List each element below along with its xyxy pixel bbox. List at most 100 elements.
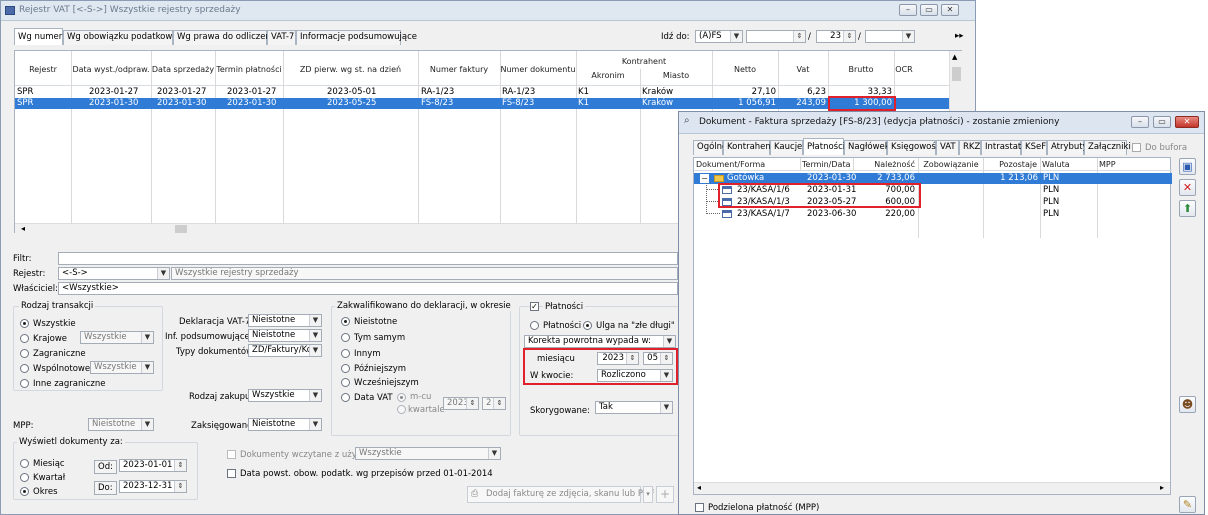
radio-inne[interactable] — [20, 379, 29, 388]
wlasciciel-field[interactable]: <Wszystkie> — [58, 282, 678, 295]
tab-ksef[interactable]: KSeF — [1021, 140, 1047, 155]
krajowe-combo[interactable]: Wszystkie ▼ — [80, 331, 154, 344]
collapse-icon[interactable]: − — [700, 174, 709, 183]
tab-intrastat[interactable]: Intrastat — [981, 140, 1021, 155]
dialog-close-button[interactable]: ✕ — [1175, 116, 1199, 128]
platnosci-checkbox[interactable]: ✓ — [530, 302, 539, 311]
tab-zalaczniki[interactable]: Załączniki — [1084, 140, 1131, 155]
scroll-up-icon[interactable]: ▲ — [952, 53, 957, 61]
dodaj-fakture-button[interactable]: ⎙ Dodaj fakturę ze zdjęcia, skanu lub PD… — [467, 486, 654, 503]
save-icon[interactable]: ▣ — [1179, 158, 1196, 175]
col-zobowiazanie[interactable]: Zobowiązanie — [920, 160, 982, 169]
goto-combo[interactable]: (A)FS ▼ — [695, 30, 743, 43]
tab-vat7[interactable]: VAT-7 — [267, 30, 296, 45]
col-ocr[interactable]: OCR — [894, 65, 914, 74]
col-netto[interactable]: Netto — [712, 65, 778, 74]
radio-zagraniczne[interactable] — [20, 349, 29, 358]
zaksiegowano-combo[interactable]: Nieistotne ▼ — [248, 418, 322, 431]
do-label[interactable]: Do: — [94, 481, 117, 495]
inf-combo[interactable]: Nieistotne ▼ — [248, 329, 322, 342]
col-numer-faktury[interactable]: Numer faktury — [418, 65, 500, 74]
radio-zakw-innym[interactable] — [341, 349, 350, 358]
maximize-button[interactable]: ▭ — [920, 4, 938, 16]
col-dokument-forma[interactable]: Dokument/Forma — [696, 160, 765, 169]
zakupu-combo[interactable]: Wszystkie ▼ — [248, 389, 322, 402]
col-waluta[interactable]: Waluta — [1042, 160, 1070, 169]
col-data-wyst[interactable]: Data wyst./odpraw. — [71, 65, 151, 74]
goto-num-field[interactable]: 23 ⇕ — [816, 30, 856, 43]
close-button[interactable]: ✕ — [941, 4, 959, 16]
col-akronim[interactable]: Akronim — [576, 71, 640, 80]
table-row[interactable]: SPR 2023-01-27 2023-01-27 2023-01-27 202… — [15, 87, 949, 98]
dialog-minimize-button[interactable]: – — [1131, 116, 1149, 128]
od-label[interactable]: Od: — [94, 460, 117, 474]
radio-wspolnotowe[interactable] — [20, 364, 29, 373]
do-field[interactable]: 2023-12-31 ⇕ — [119, 480, 187, 493]
tab-vat[interactable]: VAT — [936, 140, 959, 155]
radio-ulga[interactable] — [583, 321, 592, 330]
add-payment-icon[interactable]: ⬆ — [1179, 200, 1196, 217]
tab-naglowek[interactable]: Nagłówek — [844, 140, 890, 155]
goto-number-field[interactable]: ⇕ — [746, 30, 806, 43]
col-miasto[interactable]: Miasto — [640, 71, 712, 80]
tab-atrybuty[interactable]: Atrybuty — [1047, 140, 1088, 155]
col-rejestr[interactable]: Rejestr — [15, 65, 71, 74]
zakw-year-field[interactable]: 2023 ⇕ — [443, 397, 479, 410]
col-naleznosc[interactable]: Należność — [853, 160, 915, 169]
podzielona-checkbox[interactable] — [695, 503, 704, 512]
table-row[interactable]: 23/KASA/1/7 2023-06-30 220,00 PLN — [694, 203, 1172, 220]
tab-platnosci[interactable]: Płatności — [803, 138, 845, 155]
tab-rkz[interactable]: RKZ — [959, 140, 981, 155]
dialog-horizontal-scrollbar[interactable]: ◂ ▸ — [694, 482, 1170, 494]
col-pozostaje[interactable]: Pozostaje — [984, 160, 1037, 169]
col-termin[interactable]: Termin płatności — [215, 65, 283, 74]
col-mpp[interactable]: MPP — [1099, 160, 1116, 169]
ocr-checkbox[interactable] — [227, 450, 236, 459]
radio-platnosci[interactable] — [530, 321, 539, 330]
scroll-thumb[interactable] — [952, 67, 961, 81]
radio-miesiac[interactable] — [20, 459, 29, 468]
wspolnotowe-combo[interactable]: Wszystkie ▼ — [90, 361, 154, 374]
col-brutto[interactable]: Brutto — [828, 65, 894, 74]
fast-forward-icon[interactable]: ▸▸ — [955, 31, 964, 41]
add-icon[interactable]: + — [656, 486, 674, 503]
tab-wg-prawa[interactable]: Wg prawa do odliczenia — [173, 30, 278, 45]
radio-kwartale[interactable] — [397, 405, 406, 414]
scroll-hthumb[interactable] — [175, 225, 187, 233]
radio-kwartal[interactable] — [20, 473, 29, 482]
zakw-num-field[interactable]: 2 ⇕ — [482, 397, 506, 410]
tab-ogolne[interactable]: Ogólne — [693, 140, 727, 155]
skorygowane-combo[interactable]: Tak ▼ — [595, 401, 673, 414]
scroll-right-icon[interactable]: ▸ — [1160, 483, 1164, 492]
tab-kaucje[interactable]: Kaucje — [770, 140, 803, 155]
dialog-maximize-button[interactable]: ▭ — [1153, 116, 1171, 128]
goto-extra-combo[interactable]: ▼ — [865, 30, 915, 43]
radio-mcu[interactable] — [397, 393, 406, 402]
radio-zakw-wczesniejszym[interactable] — [341, 378, 350, 387]
user-icon[interactable]: ☻ — [1179, 396, 1196, 413]
radio-zakw-data-vat[interactable] — [341, 393, 350, 402]
tab-informacje[interactable]: Informacje podsumowujące — [296, 30, 417, 45]
ocr-combo[interactable]: Wszystkie ▼ — [355, 447, 501, 460]
tab-wg-obowiazku[interactable]: Wg obowiązku podatkowego — [63, 30, 188, 45]
scroll-left-icon[interactable]: ◂ — [697, 483, 701, 492]
minimize-button[interactable]: – — [899, 4, 917, 16]
typy-combo[interactable]: ZD/Faktury/Kor ▼ — [248, 344, 322, 357]
col-vat[interactable]: Vat — [778, 65, 828, 74]
deklaracja-combo[interactable]: Nieistotne ▼ — [248, 314, 322, 327]
od-field[interactable]: 2023-01-01 ⇕ — [119, 459, 187, 472]
mpp-combo[interactable]: Nieistotne ▼ — [88, 418, 154, 431]
radio-krajowe[interactable] — [20, 334, 29, 343]
rejestr-combo[interactable]: <-S-> ▼ — [58, 267, 170, 280]
edit-icon[interactable]: ✎ — [1179, 496, 1196, 513]
korekta-combo[interactable]: Korekta powrotna wypada w: ▼ — [524, 335, 676, 348]
filtr-field[interactable] — [58, 252, 678, 265]
delete-icon[interactable]: ✕ — [1179, 179, 1196, 196]
table-row-selected[interactable]: SPR 2023-01-30 2023-01-30 2023-01-30 202… — [15, 98, 949, 109]
radio-zakw-tym-samym[interactable] — [341, 333, 350, 342]
col-numer-dokumentu[interactable]: Numer dokumentu — [500, 65, 576, 74]
col-data-sprzedazy[interactable]: Data sprzedaży — [151, 65, 215, 74]
col-termin-data[interactable]: Termin/Data — [802, 160, 850, 169]
radio-wszystkie[interactable] — [20, 319, 29, 328]
tab-kontrahent[interactable]: Kontrahent — [723, 140, 774, 155]
